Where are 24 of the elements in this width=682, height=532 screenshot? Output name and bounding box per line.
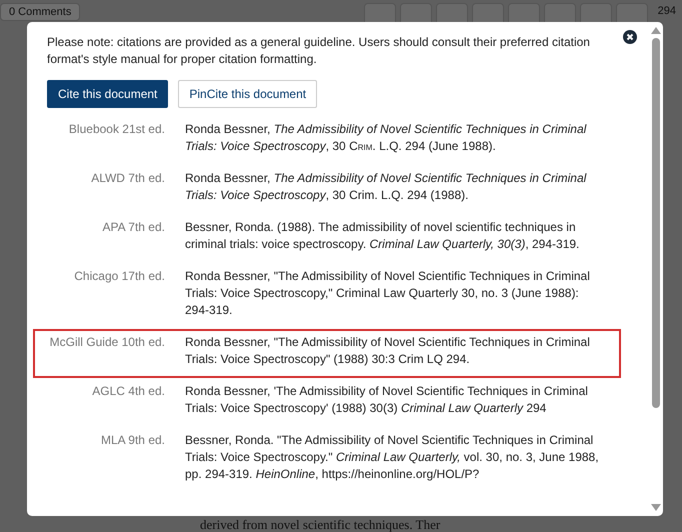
cite-tab[interactable]: PinCite this document [178, 80, 318, 108]
document-text: derived from novel scientific techniques. Ther [200, 517, 440, 532]
style-label: ALWD 7th ed. [90, 170, 166, 187]
citation-text: Ronda Bessner, "The Admissibility of Novel Scientific Techniques in Criminal Trials: Voice Spectroscopy" (1988) 30:3 Crim LQ 294. [185, 334, 591, 368]
citation-text: Bessner, Ronda. "The Admissibility of Novel Scientific Techniques in Criminal Trials: Voice Spectroscopy." Criminal Law Quarterly, vol. 30, no. 3, June 1988, pp. 294-319. HeinOnline, https://heinonline.org/HOL/P? [185, 432, 600, 483]
citation-text: Ronda Bessner, The Admissibility of Novel Scientific Techniques in Criminal Trials: Voice Spectroscopy, 30 Crim. L.Q. 294 (June 1988). [185, 121, 588, 155]
citation-text: Bessner, Ronda. (1988). The admissibility of novel scientific techniques in criminal trials: voice spectroscopy. Criminal Law Quarterly, 30(3), 294-319. [185, 219, 580, 253]
style-label: Bluebook 21st ed. [68, 121, 166, 138]
style-label: McGill Guide 10th ed. [48, 334, 166, 351]
style-label: Chicago 17th ed. [73, 268, 166, 285]
style-label: MLA 9th ed. [100, 432, 166, 449]
comments-button[interactable]: 0 Comments [0, 3, 80, 21]
scroll-up-icon[interactable] [651, 26, 661, 34]
scrollbar-thumb[interactable] [652, 38, 660, 408]
cite-tab[interactable]: Cite this document [47, 80, 168, 108]
note-text: Please note: citations are provided as a general guideline. Users should consult their preferred citation format's style manual for proper citation formatting. [47, 34, 591, 68]
citation-text: Ronda Bessner, "The Admissibility of Novel Scientific Techniques in Criminal Trials: Voice Spectroscopy," Criminal Law Quarterly 30, no. 3 (June 1988): 294-319. [185, 268, 591, 319]
style-label: APA 7th ed. [102, 219, 166, 236]
page-number: 294 [656, 4, 677, 19]
scroll-down-icon[interactable] [651, 504, 661, 512]
style-label: AGLC 4th ed. [91, 383, 166, 400]
citation-text: Ronda Bessner, The Admissibility of Novel Scientific Techniques in Criminal Trials: Voice Spectroscopy, 30 Crim. L.Q. 294 (1988). [185, 170, 588, 204]
citation-text: Ronda Bessner, 'The Admissibility of Novel Scientific Techniques in Criminal Trials: Voice Spectroscopy' (1988) 30(3) Criminal Law Quarterly 294 [185, 383, 589, 417]
close-icon[interactable] [623, 30, 637, 44]
